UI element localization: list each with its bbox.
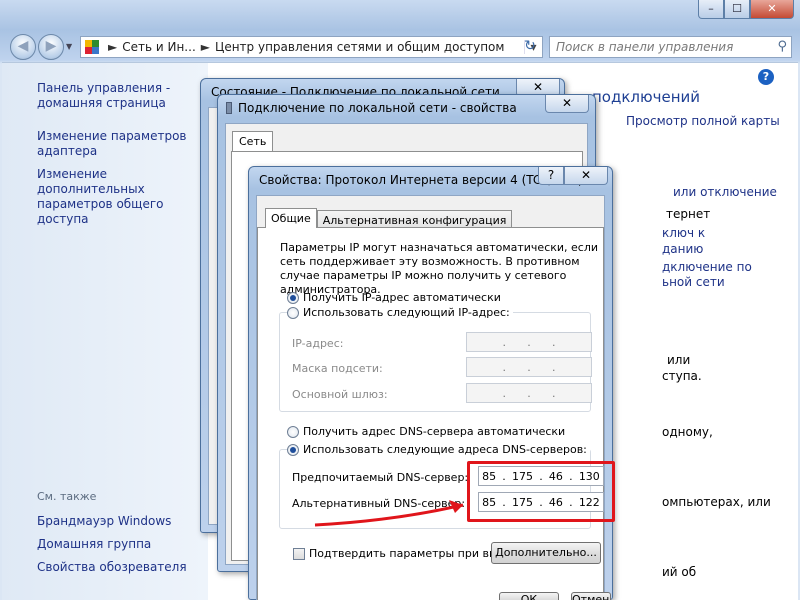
search-icon[interactable]: ⚲ (777, 39, 787, 54)
default-gateway-field: ... (466, 383, 592, 403)
radio-ip-manual[interactable]: Использовать следующий IP-адрес: (287, 306, 513, 319)
right-text-9: одному, (662, 425, 713, 439)
radio-dns-auto-label: Получить адрес DNS-сервера автоматически (303, 425, 566, 438)
chevron-right-icon: ► (200, 40, 210, 54)
ipv4-dialog-title: Свойства: Протокол Интернета версии 4 (T… (259, 173, 583, 187)
ok-button[interactable]: ОК (499, 592, 559, 600)
radio-unselected-icon[interactable] (287, 306, 299, 319)
forward-button[interactable]: ▶ (38, 34, 64, 60)
firewall-link[interactable]: Брандмауэр Windows (37, 514, 171, 529)
ip-address-field: ... (466, 332, 592, 352)
right-link-access-2[interactable]: данию (662, 242, 703, 256)
right-text-10: омпьютерах, или (662, 495, 771, 509)
window-caption-buttons: – ☐ ✕ (698, 0, 794, 19)
preferred-dns-label: Предпочитаемый DNS-сервер: (292, 471, 469, 484)
left-pane: Панель управления - домашняя страница Из… (2, 63, 208, 600)
radio-unselected-icon[interactable] (287, 425, 299, 438)
history-dropdown-icon[interactable]: ▼ (66, 42, 72, 51)
ipv4-dialog: Свойства: Протокол Интернета версии 4 (T… (248, 166, 615, 600)
internet-options-link[interactable]: Свойства обозревателя (37, 560, 187, 575)
subnet-mask-label: Маска подсети: (292, 362, 383, 375)
ip-address-label: IP-адрес: (292, 337, 344, 350)
radio-selected-icon[interactable] (287, 291, 299, 304)
radio-ip-auto[interactable]: Получить IP-адрес автоматически (287, 291, 501, 304)
advanced-button[interactable]: Дополнительно... (491, 542, 601, 564)
properties-dialog-title: Подключение по локальной сети - свойства (226, 101, 517, 115)
subnet-mask-field: ... (466, 357, 592, 377)
right-text-7: или (667, 353, 691, 367)
tab-alternate-config[interactable]: Альтернативная конфигурация (316, 210, 513, 228)
back-button[interactable]: ◀ (10, 34, 36, 60)
control-panel-home-link[interactable]: Панель управления - домашняя страница (37, 81, 202, 111)
minimize-button[interactable]: – (698, 0, 724, 19)
refresh-icon[interactable]: ↻ (518, 36, 542, 58)
search-input[interactable]: Поиск в панели управления ⚲ (549, 36, 792, 58)
network-adapter-icon (226, 102, 232, 114)
network-center-icon (85, 40, 99, 54)
radio-dns-manual[interactable]: Использовать следующие адреса DNS-сервер… (287, 443, 590, 456)
help-icon[interactable]: ? (758, 69, 774, 85)
tab-network[interactable]: Сеть (232, 131, 274, 151)
ip-description: Параметры IP могут назначаться автоматич… (280, 241, 599, 296)
ipv4-dialog-body: Общие Альтернативная конфигурация Параме… (256, 195, 615, 600)
see-also-heading: См. также (37, 490, 97, 503)
change-adapter-link[interactable]: Изменение параметров адаптера (37, 129, 202, 159)
maximize-button[interactable]: ☐ (724, 0, 750, 19)
navigation-bar: ◀ ▶ ▼ ► Сеть и Ин... ► Центр управления … (0, 32, 800, 62)
radio-ip-manual-label: Использовать следующий IP-адрес: (303, 306, 510, 319)
checkbox-icon[interactable] (293, 547, 305, 560)
connect-disconnect-link[interactable]: или отключение (673, 185, 777, 199)
view-full-map-link[interactable]: Просмотр полной карты (626, 114, 780, 128)
homegroup-link[interactable]: Домашняя группа (37, 537, 151, 552)
radio-dns-manual-label: Использовать следующие адреса DNS-сервер… (303, 443, 587, 456)
close-button[interactable]: ✕ (750, 0, 794, 19)
chevron-right-icon: ► (108, 40, 118, 54)
ipv4-close-button[interactable]: ✕ (564, 167, 608, 185)
ipv4-help-button[interactable]: ? (538, 167, 564, 185)
default-gateway-label: Основной шлюз: (292, 388, 388, 401)
right-text-8: ступа. (662, 369, 702, 383)
change-sharing-link[interactable]: Изменение дополнительных параметров обще… (37, 167, 205, 227)
cancel-button[interactable]: Отмена (571, 592, 611, 600)
right-text-internet: тернет (666, 207, 711, 221)
breadcrumb-network[interactable]: Сеть и Ин... (122, 40, 196, 54)
general-tab-panel: Параметры IP могут назначаться автоматич… (257, 227, 615, 600)
local-connection-link-2[interactable]: ьной сети (662, 275, 725, 289)
properties-title-text: Подключение по локальной сети - свойства (238, 101, 517, 115)
search-placeholder: Поиск в панели управления (556, 40, 734, 54)
radio-dns-auto[interactable]: Получить адрес DNS-сервера автоматически (287, 425, 565, 438)
right-link-access[interactable]: ключ к (662, 226, 705, 240)
right-title-fragment: подключений (592, 88, 701, 106)
ipv4-tabs: Общие Альтернативная конфигурация (265, 208, 513, 228)
radio-selected-icon[interactable] (287, 443, 299, 456)
properties-close-button[interactable]: ✕ (545, 95, 589, 113)
breadcrumb-network-center[interactable]: Центр управления сетями и общим доступом (215, 40, 504, 54)
address-bar[interactable]: ► Сеть и Ин... ► Центр управления сетями… (80, 36, 543, 58)
radio-ip-auto-label: Получить IP-адрес автоматически (303, 291, 501, 304)
red-arrow-icon (314, 500, 464, 527)
dns-highlight-box (467, 461, 615, 522)
local-connection-link[interactable]: дключение по (662, 260, 752, 274)
tab-general[interactable]: Общие (265, 208, 317, 228)
right-text-11: ий об (662, 565, 697, 579)
